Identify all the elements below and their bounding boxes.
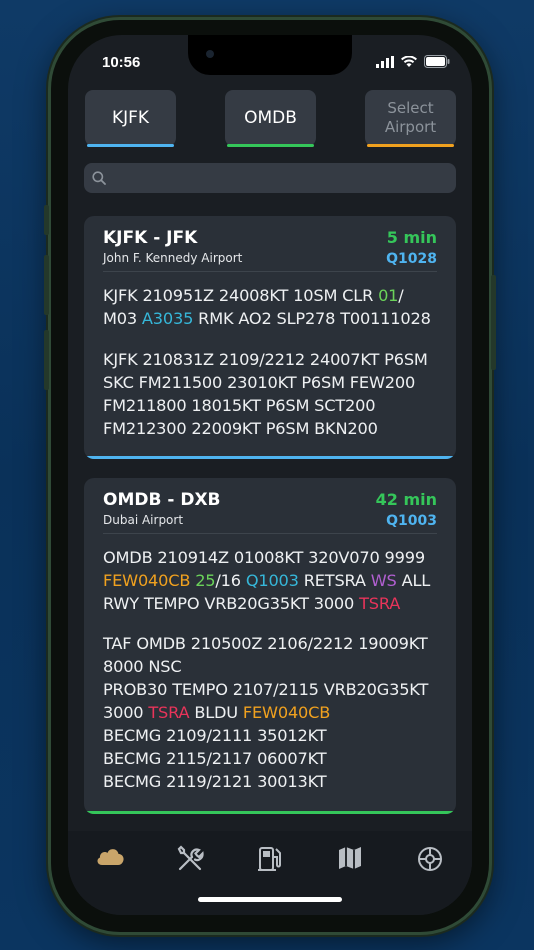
- notch: [188, 35, 352, 75]
- airport-accent-bar: [227, 144, 314, 147]
- station-name: Dubai Airport: [103, 513, 184, 527]
- battery-icon: [424, 55, 450, 68]
- tools-icon: [177, 845, 204, 871]
- airport-button-label: KJFK: [111, 107, 150, 128]
- card-header: KJFK - JFK John F. Kennedy Airport 5 min…: [103, 228, 437, 272]
- silent-switch: [44, 205, 49, 235]
- search-icon: [92, 171, 106, 185]
- tab-map[interactable]: [330, 845, 370, 875]
- report-age: 42 min: [375, 490, 437, 509]
- weather-card-kjfk[interactable]: KJFK - JFK John F. Kennedy Airport 5 min…: [84, 216, 456, 459]
- airport-accent-bar: [87, 144, 174, 147]
- station-name: John F. Kennedy Airport: [103, 251, 243, 265]
- home-indicator[interactable]: [198, 897, 342, 902]
- tab-weather[interactable]: [90, 845, 130, 875]
- weather-card-omdb[interactable]: OMDB - DXB Dubai Airport 42 min Q1003 OM…: [84, 478, 456, 814]
- select-airport-label: Select Airport: [384, 99, 437, 136]
- pressure-value: Q1003: [386, 513, 437, 529]
- cloud-icon: [97, 849, 124, 865]
- signal-icon: [376, 55, 394, 68]
- pressure-value: Q1028: [386, 251, 437, 267]
- status-icons: [376, 55, 450, 68]
- fuel-icon: [258, 847, 281, 871]
- power-button: [491, 275, 496, 370]
- taf-text: TAF OMDB 210500Z 2106/2212 19009KT 8000 …: [103, 634, 429, 791]
- airport-accent-bar: [367, 144, 454, 147]
- airport-button-label: OMDB: [244, 107, 297, 128]
- card-accent-bar: [84, 811, 456, 814]
- select-airport-button[interactable]: Select Airport: [365, 90, 456, 147]
- station-code: KJFK - JFK: [103, 228, 198, 248]
- search-input[interactable]: [84, 163, 456, 193]
- volume-up-button: [44, 255, 49, 315]
- screen: 10:56 KJFK OMDB Select Airport KJFK - JF…: [68, 35, 472, 915]
- taf-text: KJFK 210831Z 2109/2212 24007KT P6SM SKC …: [103, 350, 428, 438]
- tab-settings[interactable]: [410, 845, 450, 875]
- wifi-icon: [401, 55, 417, 67]
- settings-icon: [418, 847, 442, 871]
- status-time: 10:56: [102, 54, 141, 71]
- card-header: OMDB - DXB Dubai Airport 42 min Q1003: [103, 490, 437, 534]
- tab-fuel[interactable]: [250, 845, 290, 875]
- map-icon: [339, 847, 361, 869]
- airport-button-omdb[interactable]: OMDB: [225, 90, 316, 147]
- tab-tools[interactable]: [170, 845, 210, 875]
- station-code: OMDB - DXB: [103, 490, 221, 510]
- tab-bar: [68, 831, 472, 915]
- metar-text: OMDB 210914Z 01008KT 320V070 9999 FEW040…: [103, 548, 431, 613]
- airport-button-kjfk[interactable]: KJFK: [85, 90, 176, 147]
- report-age: 5 min: [386, 228, 437, 247]
- metar-text: KJFK 210951Z 24008KT 10SM CLR 01/ M03 A3…: [103, 286, 431, 328]
- card-accent-bar: [84, 456, 456, 459]
- volume-down-button: [44, 330, 49, 390]
